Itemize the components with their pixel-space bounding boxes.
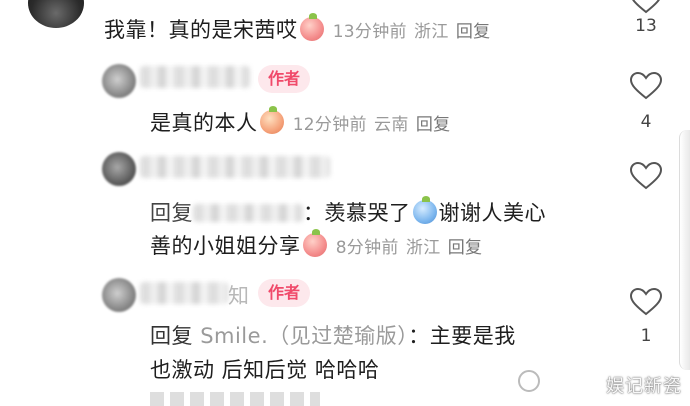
username-suffix: 知: [228, 284, 250, 308]
comment-time: 12分钟前: [292, 115, 367, 135]
like-heart-icon[interactable]: [630, 0, 662, 14]
avatar[interactable]: [102, 152, 136, 186]
comment-time: 13分钟前: [332, 22, 407, 42]
like-heart-icon[interactable]: [630, 288, 662, 316]
like-count: 13: [635, 16, 657, 36]
username-blurred[interactable]: [140, 156, 330, 178]
reply-target-blurred[interactable]: [193, 204, 303, 222]
comment-text-line2: 善的小姐姐分享 8分钟前 浙江 回复: [150, 229, 483, 258]
comment-text: 回复 ：羡慕哭了 谢谢人美心: [150, 196, 546, 225]
scrollbar[interactable]: [679, 130, 690, 370]
author-badge: 作者: [258, 279, 311, 307]
cutoff-meta-line: [150, 392, 320, 406]
reply-button[interactable]: 回复: [456, 22, 491, 42]
comment-text: 回复 Smile.（见过楚瑜版）：主要是我: [150, 324, 516, 348]
avatar[interactable]: [28, 0, 84, 28]
like-count: 4: [640, 112, 652, 132]
reply-button[interactable]: 回复: [416, 115, 451, 135]
reply-button[interactable]: 回复: [448, 238, 483, 258]
author-badge: 作者: [258, 65, 311, 93]
avatar[interactable]: [102, 64, 136, 98]
watermark-logo-icon: [518, 370, 540, 392]
like-heart-icon[interactable]: [630, 162, 662, 190]
comment-time: 8分钟前: [335, 238, 399, 258]
sweat-emoji-icon: [259, 106, 284, 134]
like-heart-icon[interactable]: [630, 72, 662, 100]
comment-text: 我靠！真的是宋茜哎 13分钟前 浙江 回复: [104, 13, 491, 42]
comment-location: 云南: [374, 115, 409, 135]
comment-location: 浙江: [405, 238, 441, 258]
crying-emoji-icon: [412, 196, 437, 224]
like-count: 1: [640, 326, 652, 346]
reply-to-user[interactable]: Smile.（见过楚瑜版）: [200, 324, 408, 348]
comment-text-line2: 也激动 后知后觉 哈哈哈: [150, 358, 380, 382]
love-emoji-icon: [302, 229, 327, 257]
username-blurred[interactable]: [140, 282, 228, 304]
watermark: 娱记新瓷: [606, 376, 682, 397]
avatar[interactable]: [102, 278, 136, 312]
username-blurred[interactable]: [140, 66, 250, 88]
heart-eyes-emoji-icon: [299, 13, 324, 41]
comment-location: 浙江: [414, 22, 449, 42]
comment-text: 是真的本人 12分钟前 云南 回复: [150, 106, 451, 135]
